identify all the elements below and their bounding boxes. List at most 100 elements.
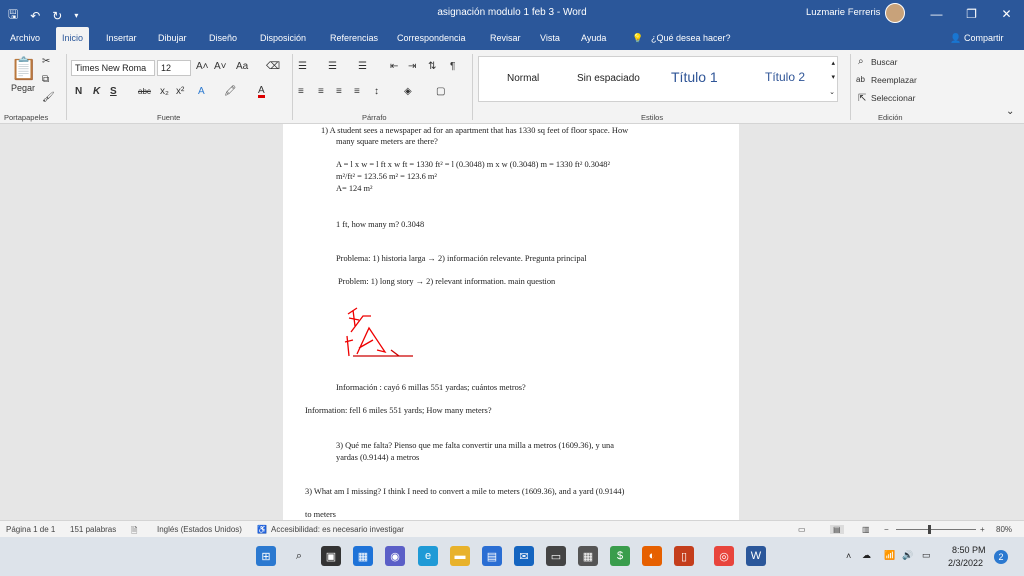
clipboard-icon[interactable]: 📋 bbox=[10, 56, 37, 82]
widgets-icon[interactable]: ▦ bbox=[353, 546, 373, 566]
subscript-button[interactable]: x₂ bbox=[160, 86, 169, 97]
replace-button[interactable]: Reemplazar bbox=[871, 75, 917, 85]
tab-referencias[interactable]: Referencias bbox=[330, 33, 378, 43]
accessibility-status[interactable]: Accesibilidad: es necesario investigar bbox=[271, 525, 404, 534]
tab-ayuda[interactable]: Ayuda bbox=[581, 33, 606, 43]
bullets-icon[interactable]: ☰ bbox=[298, 61, 307, 72]
tab-correspondencia[interactable]: Correspondencia bbox=[397, 33, 466, 43]
web-layout-icon[interactable]: ▥ bbox=[862, 525, 870, 534]
borders-icon[interactable]: ▢ bbox=[436, 86, 445, 97]
style-normal[interactable]: Normal bbox=[507, 73, 539, 84]
change-case-icon[interactable]: Aa bbox=[236, 61, 248, 72]
style-heading-1[interactable]: Título 1 bbox=[671, 69, 718, 85]
justify-icon[interactable]: ≡ bbox=[354, 86, 360, 97]
minimize-button[interactable]: — bbox=[919, 0, 954, 27]
app-icon[interactable]: ▭ bbox=[546, 546, 566, 566]
user-name[interactable]: Luzmarie Ferreris bbox=[806, 7, 880, 18]
align-left-icon[interactable]: ≡ bbox=[298, 86, 304, 97]
multilevel-list-icon[interactable]: ☰ bbox=[358, 61, 367, 72]
word-count[interactable]: 151 palabras bbox=[70, 525, 116, 534]
find-button[interactable]: Buscar bbox=[871, 57, 897, 67]
strikethrough-button[interactable]: abc bbox=[138, 87, 151, 96]
money-icon[interactable]: $ bbox=[610, 546, 630, 566]
clock-date[interactable]: 2/3/2022 bbox=[948, 558, 983, 568]
numbering-icon[interactable]: ☰ bbox=[328, 61, 337, 72]
underline-button[interactable]: S bbox=[110, 86, 117, 97]
collapse-ribbon-icon[interactable]: ⌄ bbox=[1006, 106, 1014, 117]
zoom-slider-thumb[interactable] bbox=[928, 525, 931, 534]
tab-vista[interactable]: Vista bbox=[540, 33, 560, 43]
cloud-icon[interactable]: ☁ bbox=[862, 550, 871, 561]
font-name-box[interactable]: Times New Roma bbox=[71, 60, 155, 76]
tab-diseno[interactable]: Diseño bbox=[209, 33, 237, 43]
line-spacing-icon[interactable]: ↕ bbox=[374, 86, 379, 97]
chat-icon[interactable]: ◉ bbox=[385, 546, 405, 566]
tab-dibujar[interactable]: Dibujar bbox=[158, 33, 187, 43]
share-icon[interactable]: 👤 bbox=[950, 33, 961, 44]
close-button[interactable]: ✕ bbox=[989, 0, 1024, 27]
search-icon[interactable]: ⌕ bbox=[289, 546, 309, 566]
clear-format-icon[interactable]: ⌫ bbox=[266, 61, 280, 72]
calculator-icon[interactable]: ▦ bbox=[578, 546, 598, 566]
page-count[interactable]: Página 1 de 1 bbox=[6, 525, 55, 534]
grow-font-icon[interactable]: A˄ bbox=[196, 61, 209, 72]
avatar[interactable] bbox=[885, 3, 905, 23]
chevron-up-icon[interactable]: ˄ bbox=[846, 551, 851, 561]
shrink-font-icon[interactable]: A˅ bbox=[214, 61, 227, 72]
font-size-box[interactable]: 12 bbox=[157, 60, 191, 76]
copy-icon[interactable]: ⧉ bbox=[42, 74, 49, 85]
tab-archivo[interactable]: Archivo bbox=[10, 33, 40, 43]
styles-up-icon[interactable]: ▴ bbox=[831, 59, 835, 67]
increase-indent-icon[interactable]: ⇥ bbox=[408, 61, 416, 72]
office-icon[interactable]: ▯ bbox=[674, 546, 694, 566]
tab-inicio[interactable]: Inicio bbox=[56, 27, 90, 50]
document-page[interactable]: 1) A student sees a newspaper ad for an … bbox=[283, 124, 739, 520]
text-effects-icon[interactable]: A bbox=[198, 86, 205, 97]
read-mode-icon[interactable]: ▭ bbox=[798, 525, 806, 534]
mail-icon[interactable]: ✉ bbox=[514, 546, 534, 566]
format-painter-icon[interactable]: 🖌 bbox=[42, 92, 55, 103]
bold-button[interactable]: N bbox=[75, 86, 82, 97]
tell-me-search[interactable]: ¿Qué desea hacer? bbox=[651, 33, 731, 43]
volume-icon[interactable]: 🔊 bbox=[902, 550, 913, 561]
show-marks-icon[interactable]: ¶ bbox=[450, 61, 455, 72]
word-icon[interactable]: W bbox=[746, 546, 766, 566]
sort-icon[interactable]: ⇅ bbox=[428, 61, 436, 72]
italic-button[interactable]: K bbox=[93, 86, 100, 97]
style-no-spacing[interactable]: Sin espaciado bbox=[577, 73, 640, 84]
zoom-out-icon[interactable]: − bbox=[884, 525, 889, 534]
font-color-icon[interactable]: A bbox=[258, 86, 265, 98]
align-center-icon[interactable]: ≡ bbox=[318, 86, 324, 97]
superscript-button[interactable]: x² bbox=[176, 86, 184, 97]
tab-disposicion[interactable]: Disposición bbox=[260, 33, 306, 43]
language-status[interactable]: Inglés (Estados Unidos) bbox=[157, 525, 242, 534]
store-icon[interactable]: ▤ bbox=[482, 546, 502, 566]
align-right-icon[interactable]: ≡ bbox=[336, 86, 342, 97]
zoom-slider[interactable] bbox=[896, 529, 976, 530]
chrome-icon[interactable]: ◎ bbox=[714, 546, 734, 566]
task-view-icon[interactable]: ▣ bbox=[321, 546, 341, 566]
tab-insertar[interactable]: Insertar bbox=[106, 33, 137, 43]
edge-icon[interactable]: e bbox=[418, 546, 438, 566]
clock-time[interactable]: 8:50 PM bbox=[952, 545, 986, 555]
styles-down-icon[interactable]: ▾ bbox=[831, 73, 835, 81]
style-heading-2[interactable]: Título 2 bbox=[765, 70, 805, 84]
document-area[interactable]: 1) A student sees a newspaper ad for an … bbox=[0, 124, 1024, 520]
file-explorer-icon[interactable]: ▬ bbox=[450, 546, 470, 566]
paste-button[interactable]: Pegar bbox=[11, 83, 35, 93]
lightbulb-icon[interactable]: 💡 bbox=[632, 33, 643, 44]
restore-button[interactable]: ❐ bbox=[954, 0, 989, 27]
tab-revisar[interactable]: Revisar bbox=[490, 33, 521, 43]
print-layout-icon[interactable]: ▤ bbox=[830, 525, 844, 534]
zoom-in-icon[interactable]: + bbox=[980, 525, 985, 534]
styles-more-icon[interactable]: ⌄ bbox=[829, 88, 835, 96]
shading-icon[interactable]: ◈ bbox=[404, 86, 412, 97]
start-icon[interactable]: ⊞ bbox=[256, 546, 276, 566]
firefox-icon[interactable]: ◐ bbox=[642, 546, 662, 566]
notification-badge[interactable]: 2 bbox=[994, 550, 1008, 564]
highlight-icon[interactable]: 🖍 bbox=[224, 86, 237, 97]
share-button[interactable]: Compartir bbox=[964, 33, 1004, 43]
decrease-indent-icon[interactable]: ⇤ bbox=[390, 61, 398, 72]
zoom-level[interactable]: 80% bbox=[996, 525, 1012, 534]
select-button[interactable]: Seleccionar bbox=[871, 93, 915, 103]
